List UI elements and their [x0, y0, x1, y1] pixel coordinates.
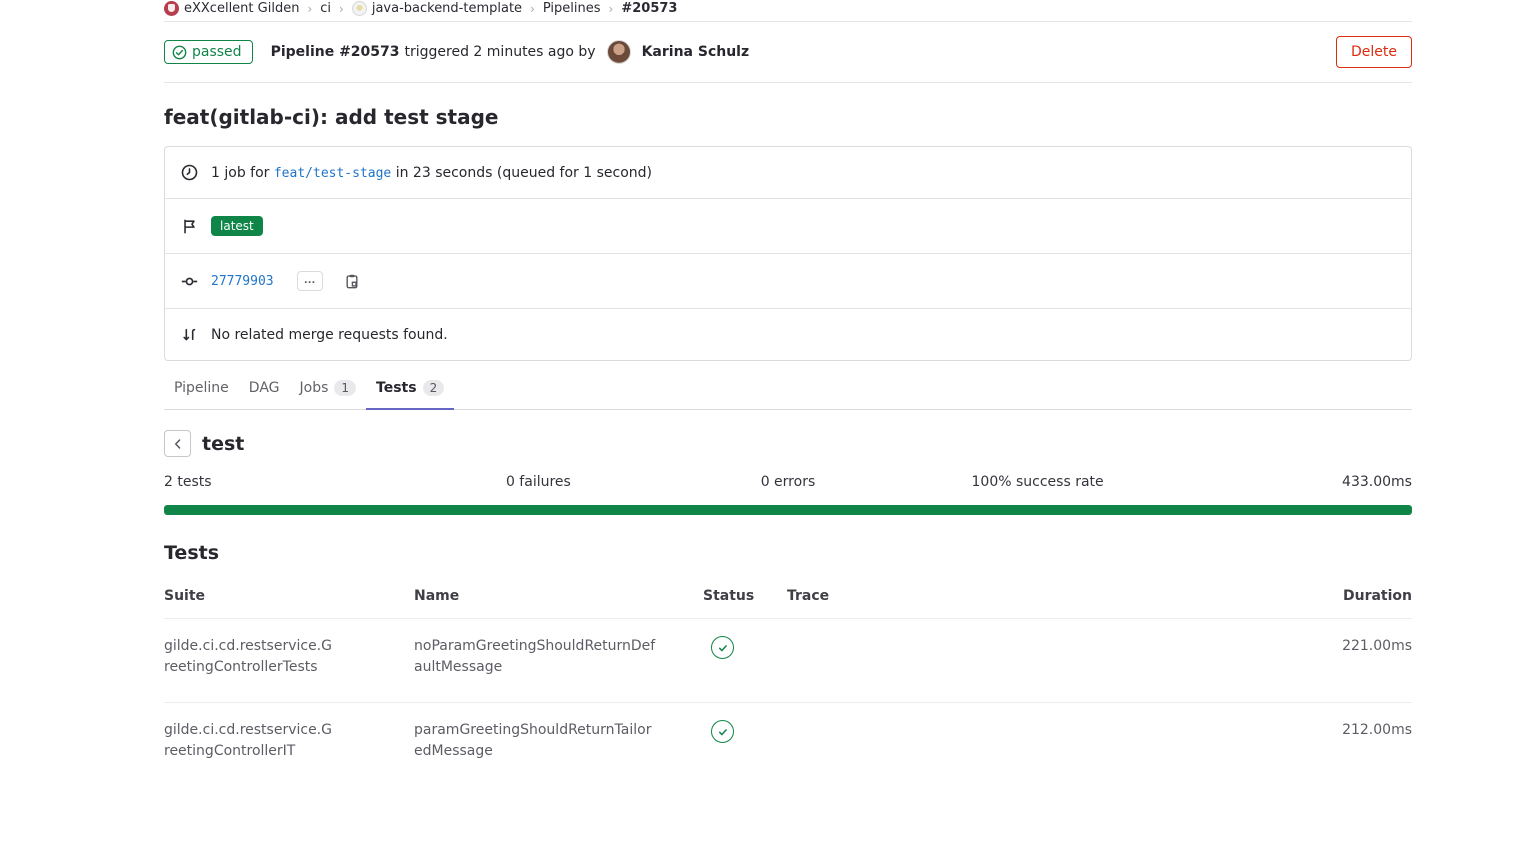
copy-sha-button[interactable] — [344, 273, 360, 290]
chevron-left-icon — [171, 437, 185, 451]
flag-icon — [181, 218, 198, 235]
delete-button[interactable]: Delete — [1336, 36, 1412, 68]
success-bar-track — [164, 505, 1412, 515]
commit-title: feat(gitlab-ci): add test stage — [164, 105, 1412, 129]
pipeline-page: eXXcellent Gilden › ci › java-backend-te… — [0, 0, 1527, 843]
test-suite-name: test — [202, 433, 244, 455]
tests-table-header-row: Suite Name Status Trace Duration — [164, 576, 1412, 619]
summary-failures: 0 failures — [414, 474, 664, 490]
test-suite-cell: gilde.ci.cd.restservice.GreetingControll… — [164, 636, 336, 678]
commit-row: 27779903 … — [165, 253, 1411, 308]
clipboard-icon — [344, 273, 360, 290]
breadcrumb-separator: › — [609, 2, 614, 16]
triggered-text: triggered 2 minutes ago by — [405, 44, 596, 60]
table-row: gilde.ci.cd.restservice.GreetingControll… — [164, 703, 1412, 787]
commit-sha-link[interactable]: 27779903 — [211, 274, 274, 289]
latest-badge[interactable]: latest — [211, 216, 263, 236]
merge-request-icon — [181, 326, 198, 343]
test-duration-cell: 221.00ms — [1292, 619, 1412, 703]
test-name-cell: paramGreetingShouldReturnTailoredMessage — [414, 720, 658, 762]
test-duration-cell: 212.00ms — [1292, 703, 1412, 787]
breadcrumb-item-group[interactable]: eXXcellent Gilden — [164, 1, 299, 16]
column-header-trace: Trace — [787, 576, 1292, 619]
breadcrumb-group-label: eXXcellent Gilden — [184, 1, 299, 16]
job-duration-text: in 23 seconds (queued for 1 second) — [396, 165, 652, 181]
breadcrumb-separator: › — [307, 2, 312, 16]
test-suite-header: test — [164, 430, 1412, 457]
pipeline-tabs: Pipeline DAG Jobs 1 Tests 2 — [164, 369, 1412, 410]
breadcrumb-separator: › — [339, 2, 344, 16]
test-status-passed-icon — [711, 720, 734, 743]
latest-row: latest — [165, 198, 1411, 253]
breadcrumb-item-pipelines[interactable]: Pipelines — [543, 1, 601, 16]
project-avatar-icon — [352, 1, 367, 16]
breadcrumb-subgroup-label: ci — [320, 1, 331, 16]
tab-pipeline[interactable]: Pipeline — [164, 369, 239, 409]
merge-request-text: No related merge requests found. — [211, 327, 448, 343]
pipeline-info-card: 1 job for feat/test-stage in 23 seconds … — [164, 146, 1412, 361]
test-trace-cell — [787, 619, 1292, 703]
tab-tests-label: Tests — [376, 380, 417, 396]
summary-duration: 433.00ms — [1162, 474, 1412, 490]
pipeline-header: passed Pipeline #20573 triggered 2 minut… — [164, 22, 1412, 83]
column-header-duration: Duration — [1292, 576, 1412, 619]
tab-dag-label: DAG — [249, 380, 280, 396]
tests-table: Suite Name Status Trace Duration gilde.c… — [164, 576, 1412, 786]
group-logo-icon — [164, 1, 179, 16]
test-trace-cell — [787, 703, 1292, 787]
job-summary-text: 1 job for feat/test-stage in 23 seconds … — [211, 165, 652, 181]
breadcrumb-pipeline-id-label: #20573 — [621, 1, 677, 16]
breadcrumb-item-project[interactable]: java-backend-template — [352, 1, 522, 16]
tests-section-heading: Tests — [164, 542, 1412, 564]
pipeline-id-label: Pipeline #20573 — [271, 44, 400, 60]
tab-jobs[interactable]: Jobs 1 — [290, 369, 367, 409]
breadcrumb-item-pipeline-id[interactable]: #20573 — [621, 1, 677, 16]
back-button[interactable] — [164, 430, 191, 457]
pipeline-trigger-text: Pipeline #20573 triggered 2 minutes ago … — [271, 40, 750, 64]
tab-tests-count-badge: 2 — [423, 380, 445, 396]
tab-tests[interactable]: Tests 2 — [366, 369, 454, 409]
breadcrumb-separator: › — [530, 2, 535, 16]
breadcrumb-project-label: java-backend-template — [372, 1, 522, 16]
summary-success-rate: 100% success rate — [913, 474, 1163, 490]
branch-link[interactable]: feat/test-stage — [274, 166, 391, 181]
breadcrumb: eXXcellent Gilden › ci › java-backend-te… — [164, 0, 1412, 22]
summary-errors: 0 errors — [663, 474, 913, 490]
test-summary: 2 tests 0 failures 0 errors 100% success… — [164, 474, 1412, 490]
commit-icon — [181, 273, 198, 290]
job-summary-row: 1 job for feat/test-stage in 23 seconds … — [165, 147, 1411, 198]
breadcrumb-item-subgroup[interactable]: ci — [320, 1, 331, 16]
column-header-name: Name — [414, 576, 703, 619]
check-circle-icon — [172, 45, 187, 60]
table-row: gilde.ci.cd.restservice.GreetingControll… — [164, 619, 1412, 703]
author-name[interactable]: Karina Schulz — [642, 44, 750, 60]
tab-jobs-count-badge: 1 — [334, 380, 356, 396]
pipeline-status-label: passed — [192, 44, 242, 60]
clock-icon — [181, 164, 198, 181]
column-header-suite: Suite — [164, 576, 414, 619]
breadcrumb-pipelines-label: Pipelines — [543, 1, 601, 16]
pipeline-status-badge[interactable]: passed — [164, 40, 253, 64]
tab-jobs-label: Jobs — [300, 380, 329, 396]
success-bar-fill — [164, 505, 1412, 515]
author-avatar[interactable] — [607, 40, 631, 64]
tab-pipeline-label: Pipeline — [174, 380, 229, 396]
summary-total-tests: 2 tests — [164, 474, 414, 490]
tab-dag[interactable]: DAG — [239, 369, 290, 409]
merge-request-row: No related merge requests found. — [165, 308, 1411, 360]
test-suite-cell: gilde.ci.cd.restservice.GreetingControll… — [164, 720, 336, 762]
column-header-status: Status — [703, 576, 787, 619]
test-name-cell: noParamGreetingShouldReturnDefaultMessag… — [414, 636, 658, 678]
job-count-text: 1 job for — [211, 165, 269, 181]
test-status-passed-icon — [711, 636, 734, 659]
expand-commit-button[interactable]: … — [297, 271, 323, 291]
